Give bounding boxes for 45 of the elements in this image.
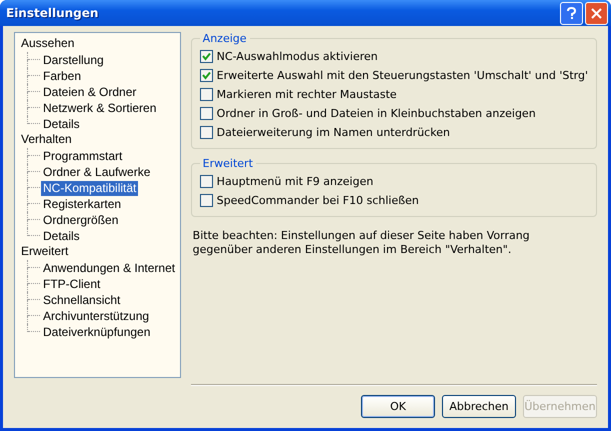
help-button[interactable] (560, 2, 583, 24)
tree-item[interactable]: Aussehen (19, 36, 76, 50)
tree-item[interactable]: Verhalten (19, 132, 74, 146)
tree-item[interactable]: Erweitert (19, 244, 70, 258)
tree-item[interactable]: Farben (41, 68, 84, 84)
tree-item[interactable]: Ordner & Laufwerke (41, 164, 152, 180)
checkbox[interactable] (200, 194, 213, 207)
group-title: Erweitert (202, 157, 254, 170)
checkbox-label[interactable]: Dateierweiterung im Namen unterdrücken (216, 126, 450, 139)
checkbox[interactable] (200, 88, 213, 101)
help-icon (566, 6, 577, 20)
tree-item[interactable]: Registerkarten (41, 196, 124, 212)
checkmark-icon (202, 71, 211, 80)
tree-item[interactable]: Netzwerk & Sortieren (41, 100, 158, 116)
tree-item[interactable]: Ordnergrößen (41, 212, 120, 228)
note-text: Bitte beachten: Einstellungen auf dieser Seite haben Vorrang gegenüber anderen Einstellungen im Bereich "Verhalten". (192, 229, 531, 257)
tree-item[interactable]: NC-Kompatibilität (41, 180, 138, 196)
tree-item[interactable]: Darstellung (41, 52, 106, 68)
close-icon (591, 8, 602, 18)
checkbox-label[interactable]: Markieren mit rechter Maustaste (216, 88, 397, 101)
tree-item[interactable]: Schnellansicht (41, 292, 122, 308)
checkbox[interactable] (200, 69, 213, 82)
checkbox-label[interactable]: NC-Auswahlmodus aktivieren (216, 50, 378, 63)
tree-item[interactable]: Archivunterstützung (41, 308, 152, 324)
checkbox-label[interactable]: Hauptmenü mit F9 anzeigen (216, 175, 374, 188)
group-title: Anzeige (202, 32, 248, 45)
window-title: Einstellungen (6, 6, 100, 20)
tree-item[interactable]: FTP-Client (41, 276, 102, 292)
tree-item[interactable]: Programmstart (41, 148, 124, 164)
checkbox[interactable] (200, 175, 213, 188)
dialog-button[interactable]: OK (361, 395, 435, 418)
dialog-button[interactable]: Abbrechen (442, 395, 516, 418)
checkmark-icon (202, 52, 211, 61)
tree-item[interactable]: Dateiverknüpfungen (41, 324, 152, 340)
checkbox-label[interactable]: SpeedCommander bei F10 schließen (216, 194, 419, 207)
tree-item[interactable]: Dateien & Ordner (41, 84, 138, 100)
checkbox-label[interactable]: Erweiterte Auswahl mit den Steuerungstasten 'Umschalt' und 'Strg' (216, 69, 588, 82)
checkbox-label[interactable]: Ordner in Groß- und Dateien in Kleinbuchstaben anzeigen (216, 107, 536, 120)
tree-item[interactable]: Details (41, 228, 82, 244)
tree-item[interactable]: Details (41, 116, 82, 132)
checkbox[interactable] (200, 50, 213, 63)
tree-item[interactable]: Anwendungen & Internet (41, 260, 178, 276)
close-button[interactable] (585, 2, 608, 24)
checkbox[interactable] (200, 107, 213, 120)
checkbox[interactable] (200, 126, 213, 139)
